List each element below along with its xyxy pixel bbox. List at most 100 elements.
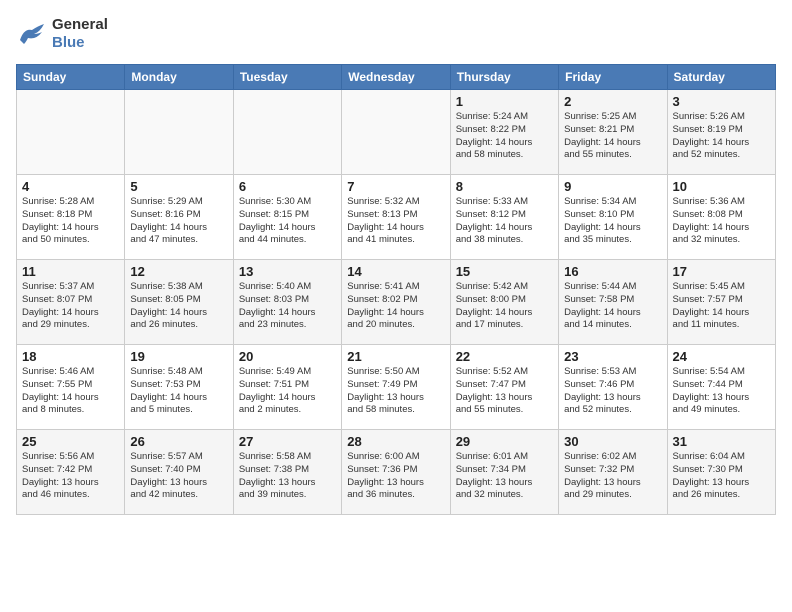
- calendar-cell: 8 Sunrise: 5:33 AMSunset: 8:12 PMDaylight…: [450, 175, 558, 260]
- day-number: 12: [130, 264, 227, 279]
- day-info: Sunrise: 5:45 AMSunset: 7:57 PMDaylight:…: [673, 281, 770, 332]
- calendar-cell: 1 Sunrise: 5:24 AMSunset: 8:22 PMDaylight…: [450, 90, 558, 175]
- day-info: Sunrise: 5:48 AMSunset: 7:53 PMDaylight:…: [130, 366, 227, 417]
- day-info: Sunrise: 5:26 AMSunset: 8:19 PMDaylight:…: [673, 111, 770, 162]
- weekday-header-wednesday: Wednesday: [342, 65, 450, 90]
- weekday-header-thursday: Thursday: [450, 65, 558, 90]
- day-info: Sunrise: 5:50 AMSunset: 7:49 PMDaylight:…: [347, 366, 444, 417]
- day-info: Sunrise: 5:36 AMSunset: 8:08 PMDaylight:…: [673, 196, 770, 247]
- day-info: Sunrise: 5:24 AMSunset: 8:22 PMDaylight:…: [456, 111, 553, 162]
- day-number: 27: [239, 434, 336, 449]
- calendar-cell: [17, 90, 125, 175]
- calendar-cell: 21 Sunrise: 5:50 AMSunset: 7:49 PMDayligh…: [342, 345, 450, 430]
- calendar-cell: 11 Sunrise: 5:37 AMSunset: 8:07 PMDayligh…: [17, 260, 125, 345]
- day-number: 26: [130, 434, 227, 449]
- day-number: 28: [347, 434, 444, 449]
- day-number: 25: [22, 434, 119, 449]
- week-row-3: 11 Sunrise: 5:37 AMSunset: 8:07 PMDayligh…: [17, 260, 776, 345]
- day-info: Sunrise: 5:53 AMSunset: 7:46 PMDaylight:…: [564, 366, 661, 417]
- calendar-cell: 26Sunrise: 5:57 AMSunset: 7:40 PMDayligh…: [125, 430, 233, 515]
- calendar-cell: 30Sunrise: 6:02 AMSunset: 7:32 PMDayligh…: [559, 430, 667, 515]
- calendar-cell: 14 Sunrise: 5:41 AMSunset: 8:02 PMDayligh…: [342, 260, 450, 345]
- day-number: 29: [456, 434, 553, 449]
- day-number: 7: [347, 179, 444, 194]
- day-number: 5: [130, 179, 227, 194]
- day-number: 15: [456, 264, 553, 279]
- week-row-4: 18 Sunrise: 5:46 AMSunset: 7:55 PMDayligh…: [17, 345, 776, 430]
- calendar-cell: 2 Sunrise: 5:25 AMSunset: 8:21 PMDaylight…: [559, 90, 667, 175]
- day-info: Sunrise: 5:30 AMSunset: 8:15 PMDaylight:…: [239, 196, 336, 247]
- weekday-header-sunday: Sunday: [17, 65, 125, 90]
- calendar-cell: 13Sunrise: 5:40 AMSunset: 8:03 PMDayligh…: [233, 260, 341, 345]
- calendar-cell: 3 Sunrise: 5:26 AMSunset: 8:19 PMDaylight…: [667, 90, 775, 175]
- weekday-header-saturday: Saturday: [667, 65, 775, 90]
- day-number: 10: [673, 179, 770, 194]
- calendar-cell: 31 Sunrise: 6:04 AMSunset: 7:30 PMDayligh…: [667, 430, 775, 515]
- day-number: 11: [22, 264, 119, 279]
- day-number: 19: [130, 349, 227, 364]
- week-row-5: 25 Sunrise: 5:56 AMSunset: 7:42 PMDayligh…: [17, 430, 776, 515]
- day-info: Sunrise: 5:28 AMSunset: 8:18 PMDaylight:…: [22, 196, 119, 247]
- day-info: Sunrise: 6:00 AMSunset: 7:36 PMDaylight:…: [347, 451, 444, 502]
- day-number: 21: [347, 349, 444, 364]
- day-info: Sunrise: 6:04 AMSunset: 7:30 PMDaylight:…: [673, 451, 770, 502]
- day-number: 14: [347, 264, 444, 279]
- day-info: Sunrise: 5:49 AMSunset: 7:51 PMDaylight:…: [239, 366, 336, 417]
- day-number: 16: [564, 264, 661, 279]
- calendar-cell: 9Sunrise: 5:34 AMSunset: 8:10 PMDaylight…: [559, 175, 667, 260]
- day-info: Sunrise: 5:25 AMSunset: 8:21 PMDaylight:…: [564, 111, 661, 162]
- calendar-cell: 24Sunrise: 5:54 AMSunset: 7:44 PMDayligh…: [667, 345, 775, 430]
- week-row-1: 1 Sunrise: 5:24 AMSunset: 8:22 PMDaylight…: [17, 90, 776, 175]
- calendar-cell: [342, 90, 450, 175]
- day-info: Sunrise: 5:58 AMSunset: 7:38 PMDaylight:…: [239, 451, 336, 502]
- calendar-cell: 27 Sunrise: 5:58 AMSunset: 7:38 PMDayligh…: [233, 430, 341, 515]
- page-header: General Blue: [16, 16, 776, 52]
- calendar-cell: 12 Sunrise: 5:38 AMSunset: 8:05 PMDayligh…: [125, 260, 233, 345]
- calendar-cell: 29 Sunrise: 6:01 AMSunset: 7:34 PMDayligh…: [450, 430, 558, 515]
- day-info: Sunrise: 5:33 AMSunset: 8:12 PMDaylight:…: [456, 196, 553, 247]
- day-number: 17: [673, 264, 770, 279]
- day-info: Sunrise: 5:38 AMSunset: 8:05 PMDaylight:…: [130, 281, 227, 332]
- day-info: Sunrise: 6:01 AMSunset: 7:34 PMDaylight:…: [456, 451, 553, 502]
- weekday-header-tuesday: Tuesday: [233, 65, 341, 90]
- calendar-cell: [125, 90, 233, 175]
- logo-icon: [16, 20, 48, 48]
- day-info: Sunrise: 5:41 AMSunset: 8:02 PMDaylight:…: [347, 281, 444, 332]
- day-info: Sunrise: 5:40 AMSunset: 8:03 PMDaylight:…: [239, 281, 336, 332]
- calendar-cell: 17 Sunrise: 5:45 AMSunset: 7:57 PMDayligh…: [667, 260, 775, 345]
- day-info: Sunrise: 5:42 AMSunset: 8:00 PMDaylight:…: [456, 281, 553, 332]
- day-info: Sunrise: 5:54 AMSunset: 7:44 PMDaylight:…: [673, 366, 770, 417]
- day-number: 23: [564, 349, 661, 364]
- calendar-body: 1 Sunrise: 5:24 AMSunset: 8:22 PMDaylight…: [17, 90, 776, 515]
- calendar-cell: 22Sunrise: 5:52 AMSunset: 7:47 PMDayligh…: [450, 345, 558, 430]
- day-info: Sunrise: 5:37 AMSunset: 8:07 PMDaylight:…: [22, 281, 119, 332]
- day-number: 1: [456, 94, 553, 109]
- calendar-cell: 15 Sunrise: 5:42 AMSunset: 8:00 PMDayligh…: [450, 260, 558, 345]
- logo-text: General Blue: [52, 16, 108, 52]
- day-number: 20: [239, 349, 336, 364]
- calendar-cell: 5Sunrise: 5:29 AMSunset: 8:16 PMDaylight…: [125, 175, 233, 260]
- day-info: Sunrise: 5:56 AMSunset: 7:42 PMDaylight:…: [22, 451, 119, 502]
- weekday-header-friday: Friday: [559, 65, 667, 90]
- weekday-header-row: SundayMondayTuesdayWednesdayThursdayFrid…: [17, 65, 776, 90]
- day-number: 8: [456, 179, 553, 194]
- day-number: 9: [564, 179, 661, 194]
- day-number: 2: [564, 94, 661, 109]
- day-number: 3: [673, 94, 770, 109]
- calendar-cell: 18 Sunrise: 5:46 AMSunset: 7:55 PMDayligh…: [17, 345, 125, 430]
- day-number: 6: [239, 179, 336, 194]
- day-number: 22: [456, 349, 553, 364]
- calendar-cell: [233, 90, 341, 175]
- calendar-cell: 20 Sunrise: 5:49 AMSunset: 7:51 PMDayligh…: [233, 345, 341, 430]
- day-info: Sunrise: 5:44 AMSunset: 7:58 PMDaylight:…: [564, 281, 661, 332]
- weekday-header-monday: Monday: [125, 65, 233, 90]
- day-number: 31: [673, 434, 770, 449]
- calendar-cell: 28 Sunrise: 6:00 AMSunset: 7:36 PMDayligh…: [342, 430, 450, 515]
- calendar-table: SundayMondayTuesdayWednesdayThursdayFrid…: [16, 64, 776, 515]
- logo: General Blue: [16, 16, 108, 52]
- day-number: 18: [22, 349, 119, 364]
- week-row-2: 4Sunrise: 5:28 AMSunset: 8:18 PMDaylight…: [17, 175, 776, 260]
- calendar-cell: 25 Sunrise: 5:56 AMSunset: 7:42 PMDayligh…: [17, 430, 125, 515]
- day-info: Sunrise: 5:46 AMSunset: 7:55 PMDaylight:…: [22, 366, 119, 417]
- calendar-cell: 10 Sunrise: 5:36 AMSunset: 8:08 PMDayligh…: [667, 175, 775, 260]
